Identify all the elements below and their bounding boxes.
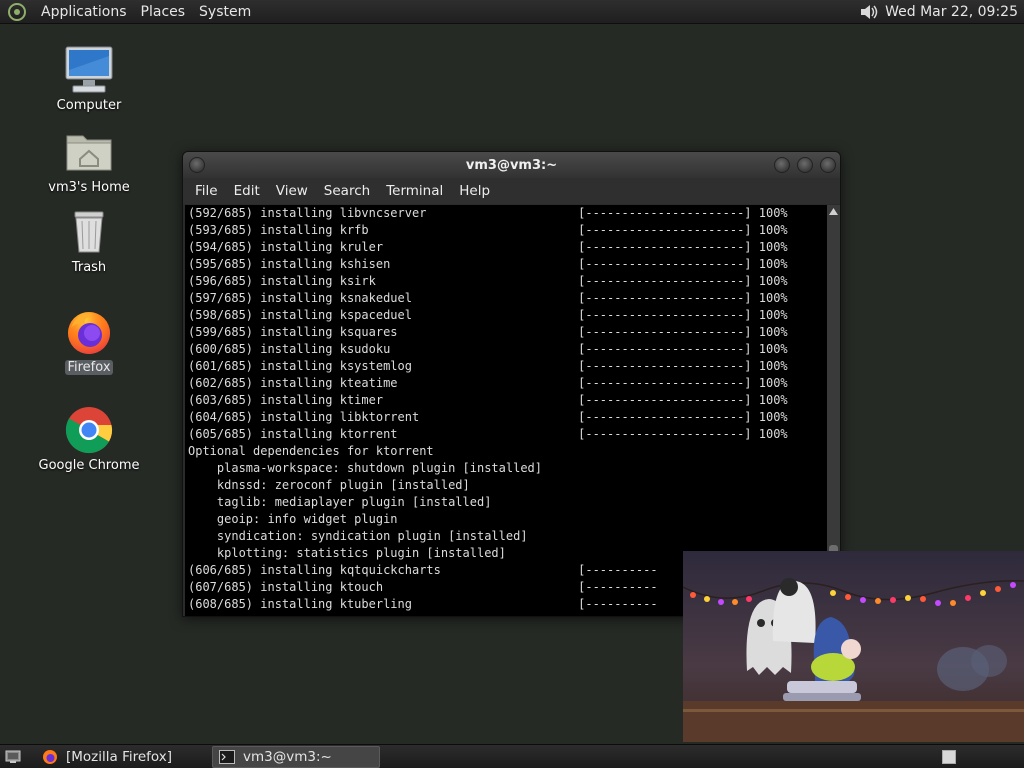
system-menu[interactable]: System: [192, 4, 258, 20]
home-folder-icon: [63, 126, 115, 178]
taskbar-item-label: [Mozilla Firefox]: [66, 748, 173, 765]
terminal-line: geoip: info widget plugin: [188, 512, 398, 526]
taskbar-item-firefox[interactable]: [Mozilla Firefox]: [36, 746, 178, 768]
menu-view[interactable]: View: [268, 183, 316, 199]
terminal-line: (608/685) installing ktuberling [-------…: [188, 597, 658, 611]
desktop-icon-label: Google Chrome: [38, 458, 140, 473]
menu-file[interactable]: File: [187, 183, 226, 199]
menu-terminal[interactable]: Terminal: [378, 183, 451, 199]
desktop-icon-label: Computer: [56, 98, 122, 113]
terminal-line: taglib: mediaplayer plugin [installed]: [188, 495, 492, 509]
terminal-line: (598/685) installing kspaceduel [-------…: [188, 308, 788, 322]
desktop-icon-label: Trash: [71, 260, 107, 275]
firefox-icon: [42, 749, 58, 765]
bottom-taskbar: [Mozilla Firefox] vm3@vm3:~: [0, 744, 1024, 768]
window-titlebar[interactable]: vm3@vm3:~: [183, 152, 840, 178]
terminal-line: (607/685) installing ktouch [----------: [188, 580, 658, 594]
trash-icon: [63, 206, 115, 258]
places-menu[interactable]: Places: [134, 4, 193, 20]
terminal-window: vm3@vm3:~ File Edit View Search Terminal…: [182, 151, 841, 617]
terminal-line: (596/685) installing ksirk [------------…: [188, 274, 788, 288]
window-title: vm3@vm3:~: [465, 157, 558, 173]
desktop-icon-label: vm3's Home: [48, 180, 130, 195]
desktop-icon-computer[interactable]: Computer: [34, 44, 144, 113]
terminal-line: (594/685) installing kruler [-----------…: [188, 240, 788, 254]
terminal-menubar: File Edit View Search Terminal Help: [183, 178, 840, 204]
terminal-line: (604/685) installing libktorrent [------…: [188, 410, 788, 424]
terminal-line: (592/685) installing libvncserver [-----…: [188, 206, 788, 220]
close-button[interactable]: [820, 157, 836, 173]
taskbar-item-terminal[interactable]: vm3@vm3:~: [212, 745, 381, 768]
terminal-line: (593/685) installing krfb [-------------…: [188, 223, 788, 237]
desktop-icon-chrome[interactable]: Google Chrome: [34, 404, 144, 473]
animated-video-frame: [683, 551, 1024, 742]
desktop-icon-label: Firefox: [65, 360, 113, 375]
maximize-button[interactable]: [797, 157, 813, 173]
minimize-button[interactable]: [774, 157, 790, 173]
scroll-up-arrow-icon[interactable]: [827, 205, 840, 218]
menu-search[interactable]: Search: [316, 183, 378, 199]
taskbar-item-label: vm3@vm3:~: [243, 748, 332, 765]
distro-logo-icon[interactable]: [6, 1, 28, 23]
terminal-line: Optional dependencies for ktorrent: [188, 444, 434, 458]
terminal-line: (597/685) installing ksnakeduel [-------…: [188, 291, 788, 305]
firefox-icon: [63, 306, 115, 358]
menu-edit[interactable]: Edit: [226, 183, 268, 199]
video-overlay[interactable]: [683, 551, 1024, 742]
terminal-line: (602/685) installing kteatime [---------…: [188, 376, 788, 390]
terminal-line: (599/685) installing ksquares [---------…: [188, 325, 788, 339]
panel-tray: Wed Mar 22, 09:25: [857, 1, 1024, 23]
menu-help[interactable]: Help: [451, 183, 498, 199]
terminal-line: (601/685) installing ksystemlog [-------…: [188, 359, 788, 373]
show-desktop-icon[interactable]: [4, 748, 22, 766]
terminal-line: plasma-workspace: shutdown plugin [insta…: [188, 461, 543, 475]
clock[interactable]: Wed Mar 22, 09:25: [885, 4, 1020, 20]
terminal-line: (605/685) installing ktorrent [---------…: [188, 427, 788, 441]
terminal-line: syndication: syndication plugin [install…: [188, 529, 528, 543]
terminal-line: (600/685) installing ksudoku [----------…: [188, 342, 788, 356]
terminal-line: (595/685) installing kshisen [----------…: [188, 257, 788, 271]
chrome-icon: [63, 404, 115, 456]
terminal-line: kdnssd: zeroconf plugin [installed]: [188, 478, 470, 492]
terminal-line: (606/685) installing kqtquickcharts [---…: [188, 563, 658, 577]
terminal-line: (603/685) installing ktimer [-----------…: [188, 393, 788, 407]
top-panel: Applications Places System Wed Mar 22, 0…: [0, 0, 1024, 24]
terminal-line: kplotting: statistics plugin [installed]: [188, 546, 506, 560]
applications-menu[interactable]: Applications: [34, 4, 134, 20]
workspace-switcher[interactable]: [942, 749, 956, 764]
terminal-icon: [219, 749, 236, 764]
desktop-icon-firefox[interactable]: Firefox: [34, 306, 144, 375]
desktop-icon-home[interactable]: vm3's Home: [34, 126, 144, 195]
volume-icon[interactable]: [857, 1, 881, 23]
desktop-icon-trash[interactable]: Trash: [34, 206, 144, 275]
computer-icon: [63, 44, 115, 96]
